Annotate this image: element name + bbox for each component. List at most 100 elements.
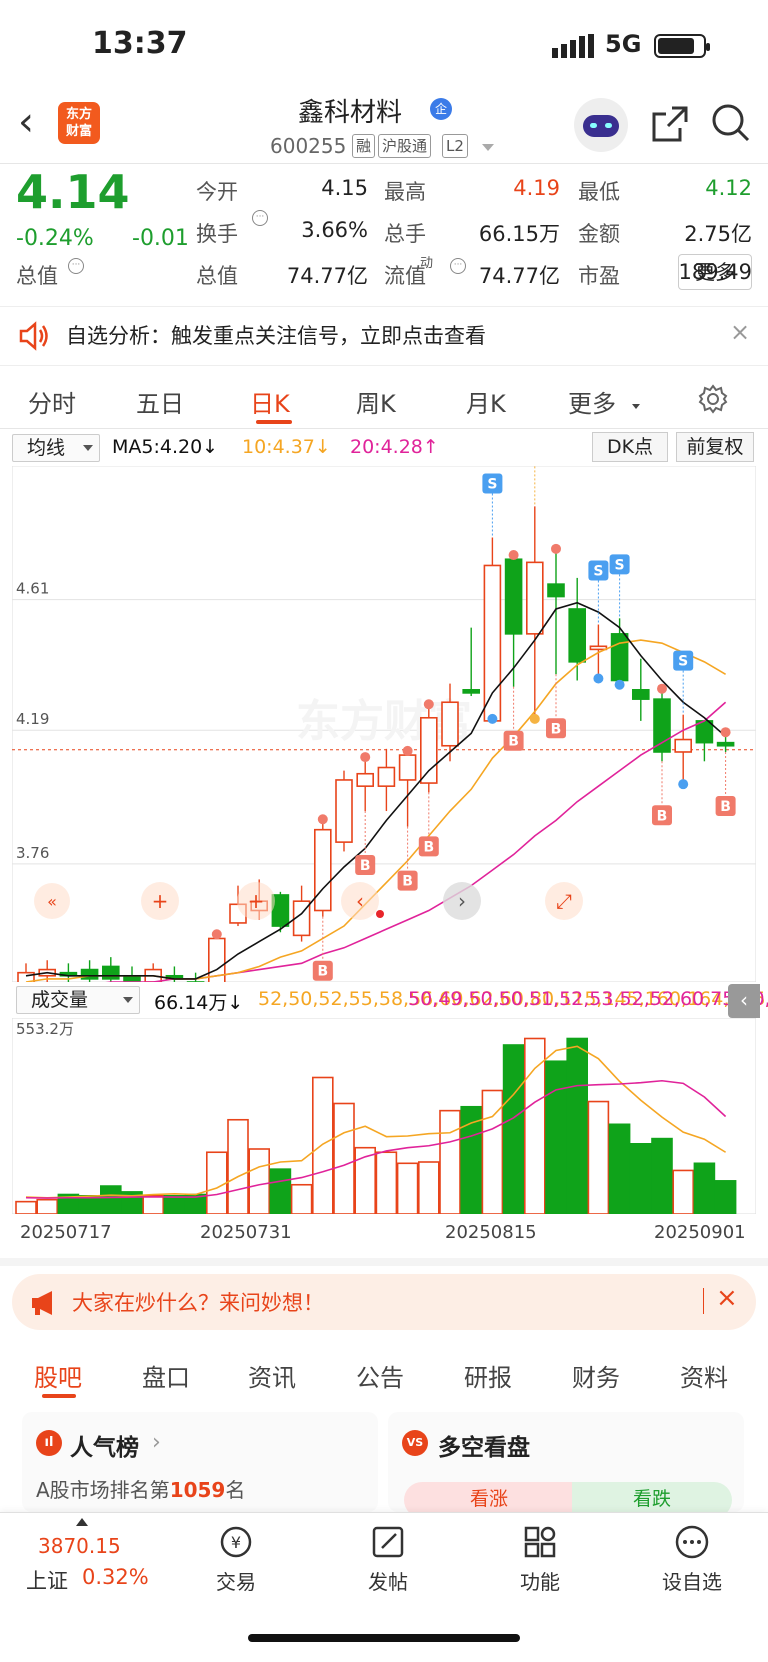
- pe-dynamic-sup: 动: [420, 256, 434, 271]
- tab-section[interactable]: 公告: [356, 1358, 404, 1393]
- robot-icon: [583, 115, 619, 137]
- volume-bar: [693, 1162, 716, 1214]
- candle-body: [716, 741, 735, 747]
- ma20-value: 20:4.28↑: [350, 436, 439, 458]
- tag-l2: L2: [442, 134, 468, 158]
- back-button[interactable]: ‹: [18, 102, 58, 146]
- nav-post[interactable]: 发帖: [348, 1524, 428, 1595]
- gear-icon[interactable]: [698, 384, 728, 414]
- indicator-dot: [376, 910, 384, 918]
- nav-functions[interactable]: 功能: [500, 1524, 580, 1595]
- close-icon[interactable]: ×: [716, 1283, 738, 1313]
- signal-label: S: [487, 476, 497, 492]
- info-icon[interactable]: ···: [68, 258, 84, 274]
- chevron-left-icon: ‹: [356, 889, 364, 913]
- chart-icon: ıl: [36, 1430, 62, 1456]
- volume-bar: [311, 1076, 334, 1214]
- signal-dot: [360, 752, 371, 763]
- tab-period[interactable]: 分时: [28, 384, 76, 419]
- volume-bar: [566, 1037, 589, 1214]
- nav-add-watchlist[interactable]: 设自选: [652, 1524, 732, 1595]
- info-icon[interactable]: ···: [450, 258, 466, 274]
- ma10-value: 10:4.37↓: [242, 436, 331, 458]
- tab-period[interactable]: 周K: [356, 384, 396, 419]
- volume-bar: [714, 1180, 737, 1214]
- quote-value: 189.49: [678, 260, 752, 284]
- rank-number: 1059: [169, 1478, 226, 1502]
- tab-period[interactable]: 日K: [250, 384, 290, 419]
- candle-body: [631, 689, 650, 700]
- signal-label: B: [508, 734, 519, 750]
- candle-body: [398, 754, 417, 781]
- kline-chart[interactable]: 5.044.614.193.76东方财富BBBBBSBTBSSBSB«+‹›⤢+: [12, 466, 756, 982]
- nav-trade[interactable]: ¥ 交易: [196, 1524, 276, 1595]
- tab-section[interactable]: 资料: [680, 1358, 728, 1393]
- bull-bear-title: 多空看盘: [438, 1435, 530, 1461]
- speaker-icon: [19, 321, 48, 351]
- quote-value: 4.15: [321, 176, 368, 200]
- candle-body: [335, 779, 353, 843]
- ma-select-label: 均线: [27, 437, 66, 459]
- volume-bar: [396, 1162, 419, 1214]
- logo-text-1: 东方: [65, 107, 92, 122]
- tab-section[interactable]: 研报: [464, 1358, 512, 1393]
- index-name[interactable]: 上证: [26, 1565, 68, 1595]
- tab-section[interactable]: 财务: [572, 1358, 620, 1393]
- volume-chart[interactable]: 553.2万: [12, 1018, 756, 1214]
- ma-select[interactable]: 均线: [12, 434, 100, 462]
- volume-bar: [15, 1200, 37, 1214]
- volume-bar: [248, 1148, 270, 1214]
- collapse-panel-button[interactable]: ‹: [728, 984, 760, 1018]
- tab-indicator: [256, 420, 292, 424]
- volume-bar: [227, 1118, 249, 1214]
- volume-select[interactable]: 成交量: [16, 986, 140, 1014]
- candle-body: [356, 772, 375, 787]
- info-icon[interactable]: ···: [252, 210, 268, 226]
- rank-prefix: A股市场排名第: [36, 1478, 170, 1502]
- date-label: 20250717: [20, 1222, 112, 1243]
- tab-period[interactable]: 五日: [136, 384, 184, 419]
- nav-post-label: 发帖: [368, 1570, 408, 1594]
- expand-up-icon[interactable]: [76, 1518, 88, 1526]
- tag-margin: 融: [352, 134, 376, 158]
- tab-section[interactable]: 资讯: [248, 1358, 296, 1393]
- rank-text: A股市场排名第1059名: [36, 1474, 245, 1503]
- tab-period[interactable]: 月K: [466, 384, 506, 419]
- signal-dot: [529, 713, 540, 724]
- assistant-avatar[interactable]: [574, 98, 628, 152]
- chevron-down-icon[interactable]: [482, 144, 494, 151]
- tab-section[interactable]: 盘口: [142, 1358, 190, 1393]
- signal-label: S: [615, 557, 625, 573]
- quote-value: 4.12: [705, 176, 752, 200]
- status-time: 13:37: [92, 26, 188, 61]
- dk-point-button[interactable]: DK点: [592, 432, 668, 462]
- enterprise-badge: 企: [430, 98, 452, 120]
- signal-label: B: [720, 799, 731, 815]
- index-change[interactable]: 0.32%: [82, 1565, 149, 1589]
- candle-body: [483, 564, 502, 722]
- volume-bar: [36, 1198, 59, 1214]
- volume-bar: [608, 1123, 631, 1214]
- trade-icon: ¥: [220, 1526, 252, 1558]
- y-tick-label: 4.19: [16, 710, 49, 728]
- chevron-down-icon: [632, 404, 640, 409]
- candle-body: [589, 645, 608, 651]
- quote-value: 4.19: [513, 176, 560, 200]
- close-icon[interactable]: ×: [730, 318, 750, 346]
- share-icon[interactable]: [650, 104, 690, 144]
- volume-bar: [333, 1102, 355, 1214]
- ask-text[interactable]: 大家在炒什么？来问妙想！: [72, 1287, 324, 1317]
- tab-section[interactable]: 股吧: [34, 1358, 82, 1393]
- adjust-button[interactable]: 前复权: [676, 432, 754, 462]
- zoom-in-icon: +: [152, 889, 169, 913]
- signal-label: S: [678, 654, 688, 670]
- date-label: 20250901: [654, 1222, 746, 1243]
- banner-text[interactable]: 自选分析：触发重点关注信号，立即点击查看: [66, 320, 486, 350]
- quote-label: 换手: [196, 222, 238, 246]
- search-icon[interactable]: [710, 102, 752, 144]
- index-value[interactable]: 3870.15: [38, 1534, 121, 1558]
- volume-bar: [587, 1100, 610, 1214]
- tag-connect: 沪股通: [378, 134, 432, 158]
- tab-period[interactable]: 更多: [568, 384, 616, 419]
- volume-bar: [290, 1183, 313, 1214]
